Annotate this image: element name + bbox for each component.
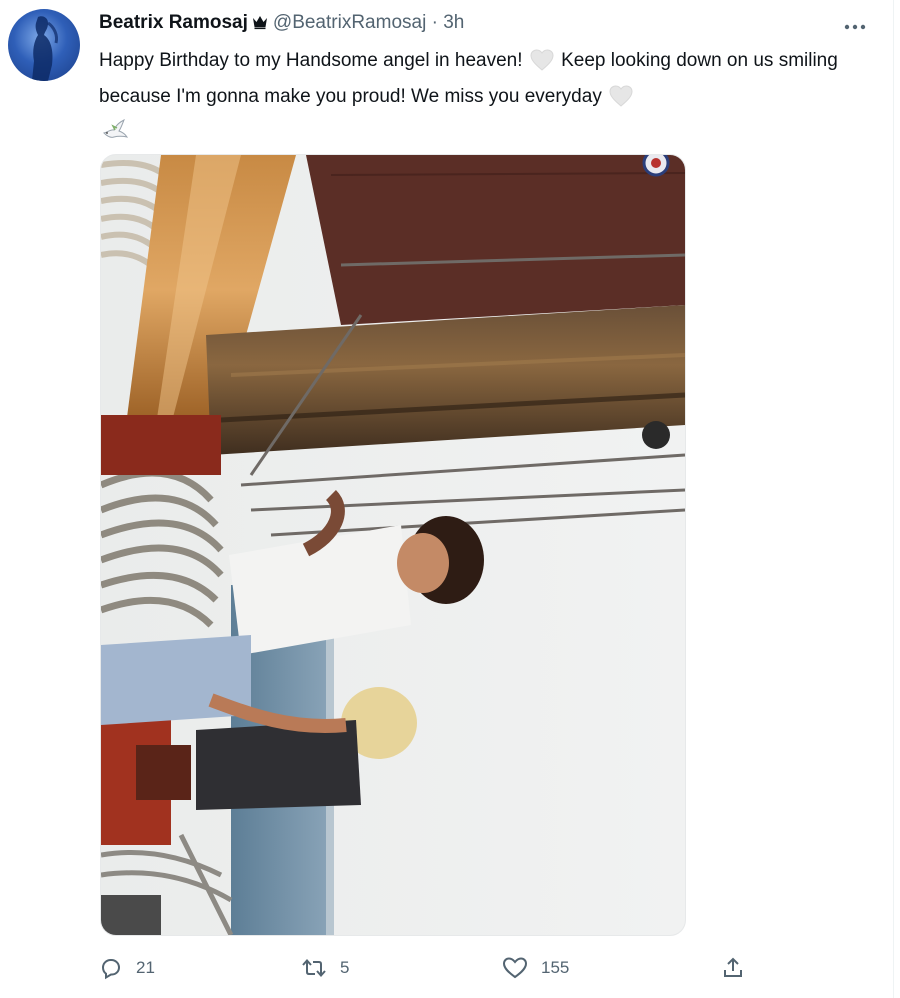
reply-count: 21: [136, 958, 155, 977]
white-heart-emoji: [609, 85, 633, 117]
reply-button[interactable]: 21: [99, 952, 155, 984]
sailboat-photo: [101, 155, 685, 935]
more-options-button[interactable]: [843, 18, 867, 36]
heart-icon: [502, 957, 528, 979]
avatar[interactable]: [8, 9, 80, 81]
retweet-icon: [302, 958, 326, 978]
like-count: 155: [541, 958, 570, 977]
more-icon: [844, 24, 866, 30]
dove-emoji: [101, 117, 129, 153]
crown-icon: [252, 13, 268, 37]
reply-icon: [101, 959, 121, 980]
tweet-timestamp[interactable]: 3h: [443, 12, 464, 33]
tweet-photo[interactable]: [100, 154, 686, 936]
separator-dot: ·: [431, 12, 438, 33]
share-icon: [724, 957, 742, 977]
tweet-text: Happy Birthday to my Handsome angel in h…: [99, 45, 879, 153]
tweet-actions: 21 5 155: [99, 952, 759, 984]
retweet-button[interactable]: 5: [301, 952, 349, 984]
tweet-header: Beatrix Ramosaj @BeatrixRamosaj · 3h: [99, 11, 464, 37]
like-button[interactable]: 155: [502, 952, 569, 984]
timeline-divider: [893, 0, 894, 998]
white-heart-emoji: [530, 49, 554, 81]
author-handle[interactable]: @BeatrixRamosaj: [273, 12, 426, 33]
author-name[interactable]: Beatrix Ramosaj: [99, 12, 248, 33]
share-button[interactable]: [721, 952, 745, 984]
tweet-text-part1: Happy Birthday to my Handsome angel in h…: [99, 50, 523, 71]
retweet-count: 5: [340, 958, 350, 977]
